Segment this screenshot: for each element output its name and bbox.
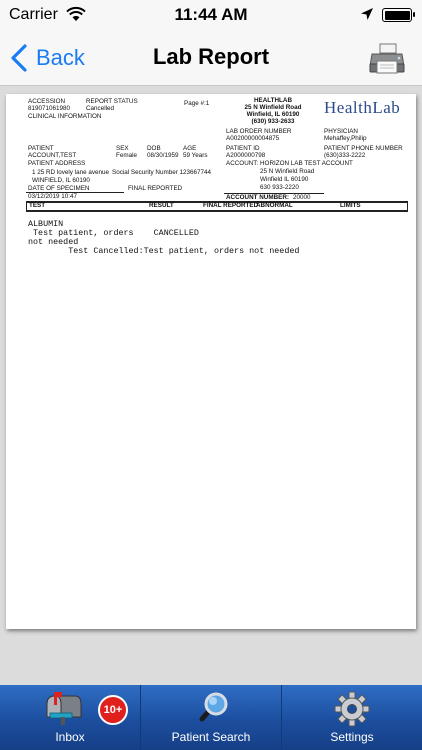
battery-icon	[382, 8, 415, 22]
lab-order-number-value: A00200000004875	[226, 135, 280, 142]
tab-settings-label: Settings	[330, 730, 374, 744]
column-result: RESULT	[149, 202, 174, 209]
tab-inbox-label: Inbox	[55, 730, 85, 744]
account-label: ACCOUNT:	[226, 160, 259, 167]
gear-icon	[334, 691, 370, 727]
tab-bar: 10+ Inbox Patient Search Settings	[0, 685, 422, 750]
lab-phone: (630) 933-2633	[251, 118, 295, 125]
printer-icon[interactable]	[368, 42, 406, 76]
patient-id-value: A2000000798	[226, 152, 266, 159]
account-address-line1: 25 N Winfield Road	[260, 168, 315, 175]
patient-address-line2: WINFIELD, IL 60190	[32, 177, 90, 184]
account-address-line2: Winfield IL 60190	[260, 176, 309, 183]
column-limits: LIMITS	[340, 202, 361, 209]
dob-value: 08/30/1959	[147, 152, 179, 159]
physician-value: Mehaffey,Philip	[324, 135, 367, 142]
clock: 11:44 AM	[174, 5, 248, 24]
column-final-reported: FINAL REPORTED	[203, 202, 259, 209]
tab-settings[interactable]: Settings	[282, 685, 422, 750]
tab-inbox[interactable]: 10+ Inbox	[0, 685, 141, 750]
ssn-text: Social Security Number 123667744	[112, 169, 212, 176]
age-value: 59 Years	[183, 152, 208, 159]
magnifying-glass-icon	[199, 692, 228, 722]
date-of-specimen-value: 03/12/2019 10:47	[28, 193, 78, 200]
patient-value: ACCOUNT,TEST	[28, 152, 77, 159]
healthlab-logo: HealthLab	[324, 98, 401, 117]
mailbox-icon	[46, 692, 82, 725]
location-arrow-icon	[361, 8, 373, 20]
report-viewer[interactable]: ACCESSION 819071061980 REPORT STATUS Can…	[0, 87, 422, 685]
patient-phone-value: (630)333-2222	[324, 152, 366, 159]
inbox-badge: 10+	[98, 695, 128, 725]
tab-patient-search[interactable]: Patient Search	[141, 685, 282, 750]
clinical-info-label: CLINICAL INFORMATION	[28, 113, 102, 120]
sex-value: Female	[116, 152, 137, 159]
patient-address-label: PATIENT ADDRESS	[28, 160, 86, 167]
account-phone: 630 933-2220	[260, 184, 299, 191]
status-bar: Carrier 11:44 AM	[0, 0, 422, 30]
account-name: HORIZON LAB TEST ACCOUNT	[260, 160, 353, 167]
result-comment: Test Cancelled:Test patient, orders not …	[28, 246, 300, 256]
final-reported-label: FINAL REPORTED	[128, 185, 183, 192]
navigation-bar: Back Lab Report	[0, 30, 422, 86]
page-title: Lab Report	[152, 44, 270, 69]
column-abnormal: ABNORMAL	[256, 202, 293, 209]
lab-report-document: ACCESSION 819071061980 REPORT STATUS Can…	[6, 94, 416, 629]
patient-address-line1: 1 25 RD lovely lane avenue	[32, 169, 110, 176]
tab-patient-search-label: Patient Search	[171, 730, 251, 744]
report-status-value: Cancelled	[86, 105, 115, 112]
column-test: TEST	[29, 202, 46, 209]
page-number: Page #:1	[184, 100, 210, 107]
accession-value: 819071061980	[28, 105, 71, 112]
